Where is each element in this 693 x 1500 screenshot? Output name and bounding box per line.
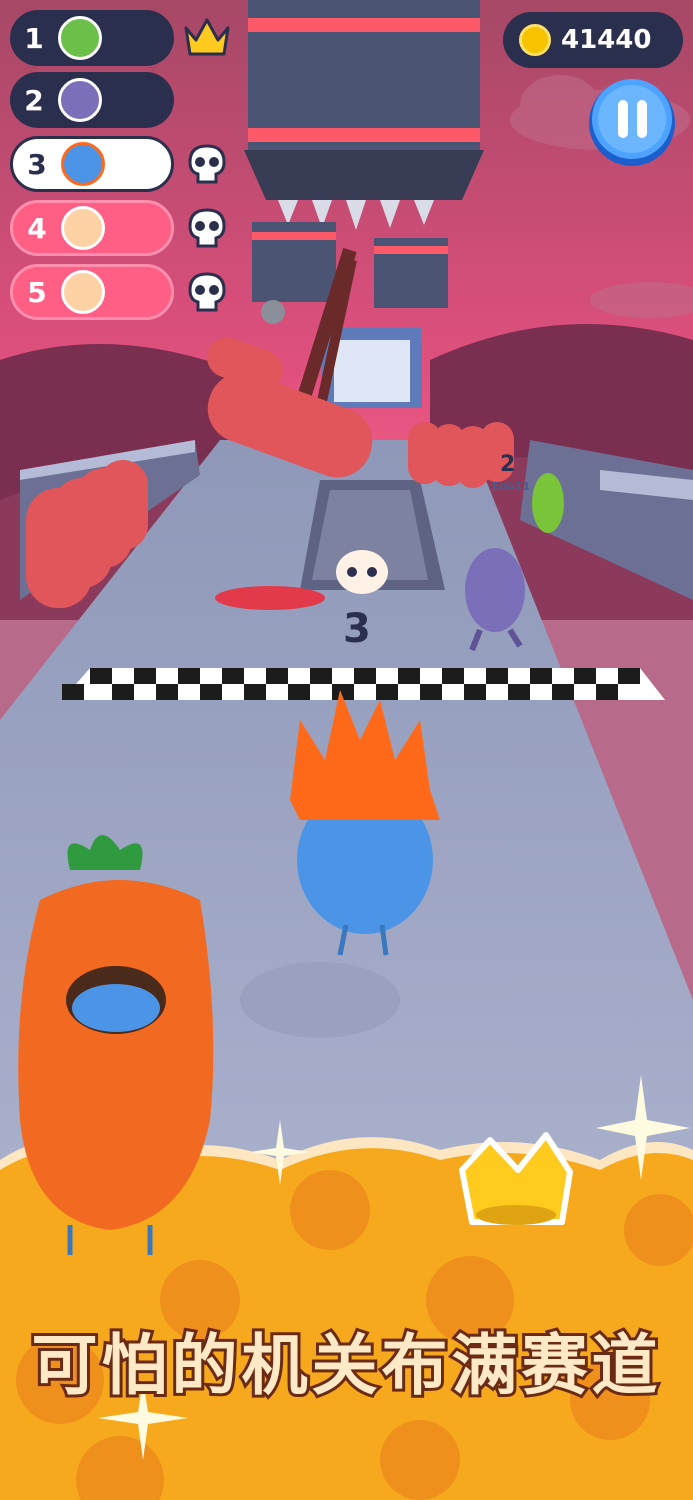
- coin-counter: 41440: [503, 12, 683, 68]
- leaderboard-row-3: 3: [10, 136, 174, 192]
- crossed-face-avatar: [61, 270, 105, 314]
- leaderboard-row-4: 4: [10, 200, 174, 256]
- skull-icon: [184, 144, 230, 186]
- coin-icon: [519, 24, 551, 56]
- pause-icon: [589, 79, 675, 166]
- purple-face-avatar: [58, 78, 102, 122]
- crossed-face-avatar: [61, 206, 105, 250]
- opponent-green: [532, 473, 564, 533]
- blue-flame-face-avatar: [61, 142, 105, 186]
- skull-marker: [336, 550, 388, 594]
- opponent-name-label: Edo11: [492, 480, 531, 493]
- green-face-avatar: [58, 16, 102, 60]
- rank-number: 4: [27, 211, 47, 245]
- rank-number: 3: [27, 147, 47, 181]
- rank-number: 2: [24, 83, 44, 117]
- skull-icon: [184, 208, 230, 250]
- barrel-obstacles-right: [408, 422, 514, 488]
- opponent-rank-label: 2: [500, 452, 516, 477]
- rank-number: 5: [27, 275, 47, 309]
- leaderboard-row-2: 2: [10, 72, 174, 128]
- crown-icon: [182, 14, 232, 60]
- leaderboard-row-5: 5: [10, 264, 174, 320]
- leaderboard-row-1: 1: [10, 10, 174, 66]
- coin-value: 41440: [561, 25, 652, 55]
- promo-slogan: 可怕的机关布满赛道: [29, 1324, 662, 1407]
- player-position-label: 3: [343, 606, 371, 652]
- skull-icon: [184, 272, 230, 314]
- pause-button[interactable]: [587, 78, 677, 168]
- rank-number: 1: [24, 21, 44, 55]
